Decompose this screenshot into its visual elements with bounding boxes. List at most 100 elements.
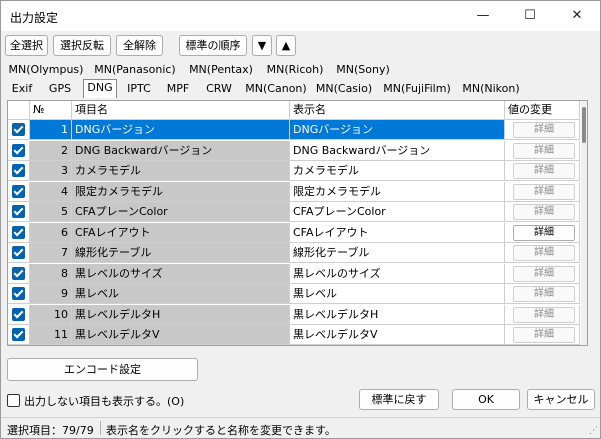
checkbox-checked-icon[interactable] bbox=[12, 328, 25, 341]
invert-selection-button[interactable]: 選択反転 bbox=[53, 35, 111, 56]
move-up-button[interactable]: ▲ bbox=[276, 35, 296, 56]
row-item-name: DNG Backwardバージョン bbox=[72, 140, 290, 161]
checkbox-checked-icon[interactable] bbox=[12, 184, 25, 198]
tab-row-1: MN(Olympus) MN(Panasonic) MN(Pentax) MN(Ric… bbox=[5, 62, 393, 79]
row-action-cell: 詳細 bbox=[505, 243, 580, 263]
table-row[interactable]: 3 カメラモデル カメラモデル 詳細 bbox=[8, 161, 580, 181]
row-display-name[interactable]: 黒レベルのサイズ bbox=[290, 263, 505, 284]
header-item-name[interactable]: 項目名 bbox=[72, 101, 290, 120]
row-action-cell: 詳細 bbox=[505, 120, 580, 140]
minimize-button[interactable]: — bbox=[460, 1, 506, 31]
tab-gps[interactable]: GPS bbox=[42, 81, 78, 98]
row-display-name[interactable]: 限定カメラモデル bbox=[290, 181, 505, 202]
title-bar: 出力設定 — ☐ ✕ bbox=[1, 1, 600, 31]
row-item-name: 黒レベル bbox=[72, 284, 290, 304]
header-change-value[interactable]: 値の変更 bbox=[505, 101, 580, 120]
row-display-name[interactable]: DNG Backwardバージョン bbox=[290, 140, 505, 161]
checkbox-checked-icon[interactable] bbox=[12, 164, 25, 177]
scrollbar-thumb[interactable] bbox=[582, 107, 586, 143]
row-checkbox-cell[interactable] bbox=[8, 181, 30, 202]
details-button: 詳細 bbox=[513, 245, 575, 261]
row-checkbox-cell[interactable] bbox=[8, 120, 30, 140]
row-action-cell: 詳細 bbox=[505, 263, 580, 284]
table-row[interactable]: 11 黒レベルデルタV 黒レベルデルタV 詳細 bbox=[8, 325, 580, 345]
deselect-all-button[interactable]: 全解除 bbox=[116, 35, 163, 56]
row-display-name[interactable]: CFAプレーンColor bbox=[290, 202, 505, 222]
default-order-button[interactable]: 標準の順序 bbox=[179, 35, 247, 56]
table-row[interactable]: 10 黒レベルデルタH 黒レベルデルタH 詳細 bbox=[8, 304, 580, 325]
row-item-name: CFAプレーンColor bbox=[72, 202, 290, 222]
checkbox-checked-icon[interactable] bbox=[12, 246, 25, 259]
tab-exif[interactable]: Exif bbox=[7, 81, 37, 98]
row-item-name: 黒レベルのサイズ bbox=[72, 263, 290, 284]
details-button[interactable]: 詳細 bbox=[513, 224, 575, 241]
row-checkbox-cell[interactable] bbox=[8, 140, 30, 161]
details-button: 詳細 bbox=[513, 306, 575, 323]
row-number: 10 bbox=[30, 304, 72, 325]
row-display-name[interactable]: 黒レベル bbox=[290, 284, 505, 304]
tab-mpf[interactable]: MPF bbox=[161, 81, 195, 98]
tab-mn-nikon[interactable]: MN(Nikon) bbox=[460, 81, 522, 98]
show-hidden-checkbox[interactable] bbox=[7, 394, 20, 407]
select-all-button[interactable]: 全選択 bbox=[5, 35, 48, 56]
row-checkbox-cell[interactable] bbox=[8, 202, 30, 222]
row-display-name[interactable]: カメラモデル bbox=[290, 161, 505, 181]
tab-crw[interactable]: CRW bbox=[200, 81, 238, 98]
checkbox-checked-icon[interactable] bbox=[12, 143, 25, 157]
row-checkbox-cell[interactable] bbox=[8, 325, 30, 345]
table-row[interactable]: 9 黒レベル 黒レベル 詳細 bbox=[8, 284, 580, 304]
header-display-name[interactable]: 表示名 bbox=[290, 101, 505, 120]
checkbox-checked-icon[interactable] bbox=[12, 225, 25, 239]
table-row[interactable]: 8 黒レベルのサイズ 黒レベルのサイズ 詳細 bbox=[8, 263, 580, 284]
checkbox-checked-icon[interactable] bbox=[12, 205, 25, 218]
row-display-name[interactable]: DNGバージョン bbox=[290, 120, 505, 140]
window-title: 出力設定 bbox=[10, 11, 59, 25]
tab-dng[interactable]: DNG bbox=[83, 79, 117, 98]
tab-iptc[interactable]: IPTC bbox=[122, 81, 156, 98]
table-row[interactable]: 2 DNG Backwardバージョン DNG Backwardバージョン 詳細 bbox=[8, 140, 580, 161]
row-checkbox-cell[interactable] bbox=[8, 284, 30, 304]
cancel-button[interactable]: キャンセル bbox=[527, 389, 595, 410]
row-display-name[interactable]: CFAレイアウト bbox=[290, 222, 505, 243]
close-button[interactable]: ✕ bbox=[554, 1, 600, 31]
encode-settings-button[interactable]: エンコード設定 bbox=[7, 358, 198, 381]
row-display-name[interactable]: 線形化テーブル bbox=[290, 243, 505, 263]
row-action-cell: 詳細 bbox=[505, 222, 580, 243]
tab-mn-pentax[interactable]: MN(Pentax) bbox=[185, 62, 257, 79]
reset-default-button[interactable]: 標準に戻す bbox=[359, 389, 439, 410]
header-no[interactable]: № bbox=[30, 101, 72, 120]
row-item-name: 線形化テーブル bbox=[72, 243, 290, 263]
table-row[interactable]: 4 限定カメラモデル 限定カメラモデル 詳細 bbox=[8, 181, 580, 202]
table-row[interactable]: 5 CFAプレーンColor CFAプレーンColor 詳細 bbox=[8, 202, 580, 222]
table-row[interactable]: 6 CFAレイアウト CFAレイアウト 詳細 bbox=[8, 222, 580, 243]
checkbox-checked-icon[interactable] bbox=[12, 123, 25, 136]
row-checkbox-cell[interactable] bbox=[8, 222, 30, 243]
tab-mn-ricoh[interactable]: MN(Ricoh) bbox=[262, 62, 328, 79]
row-number: 7 bbox=[30, 243, 72, 263]
tab-row-2: Exif GPS DNG IPTC MPF CRW MN(Canon) MN(Casio) MN… bbox=[5, 79, 545, 98]
row-checkbox-cell[interactable] bbox=[8, 161, 30, 181]
vertical-scrollbar[interactable] bbox=[581, 101, 587, 345]
row-action-cell: 詳細 bbox=[505, 284, 580, 304]
maximize-button[interactable]: ☐ bbox=[507, 1, 553, 31]
table-row[interactable]: 1 DNGバージョン DNGバージョン 詳細 bbox=[8, 120, 580, 140]
row-display-name[interactable]: 黒レベルデルタH bbox=[290, 304, 505, 325]
move-down-button[interactable]: ▼ bbox=[252, 35, 272, 56]
tab-mn-panasonic[interactable]: MN(Panasonic) bbox=[90, 62, 180, 79]
checkbox-checked-icon[interactable] bbox=[12, 307, 25, 321]
resize-grip-icon[interactable]: ⋰ bbox=[589, 426, 598, 436]
checkbox-checked-icon[interactable] bbox=[12, 287, 25, 300]
row-checkbox-cell[interactable] bbox=[8, 304, 30, 325]
row-checkbox-cell[interactable] bbox=[8, 243, 30, 263]
table-row[interactable]: 7 線形化テーブル 線形化テーブル 詳細 bbox=[8, 243, 580, 263]
tab-mn-casio[interactable]: MN(Casio) bbox=[314, 81, 374, 98]
show-hidden-label[interactable]: 出力しない項目も表示する。(O) bbox=[24, 393, 184, 409]
row-display-name[interactable]: 黒レベルデルタV bbox=[290, 325, 505, 345]
tab-mn-canon[interactable]: MN(Canon) bbox=[243, 81, 309, 98]
tab-mn-fujifilm[interactable]: MN(FujiFilm) bbox=[379, 81, 455, 98]
tab-mn-olympus[interactable]: MN(Olympus) bbox=[7, 62, 85, 79]
row-checkbox-cell[interactable] bbox=[8, 263, 30, 284]
tab-mn-sony[interactable]: MN(Sony) bbox=[333, 62, 393, 79]
ok-button[interactable]: OK bbox=[452, 389, 520, 410]
checkbox-checked-icon[interactable] bbox=[12, 266, 25, 280]
